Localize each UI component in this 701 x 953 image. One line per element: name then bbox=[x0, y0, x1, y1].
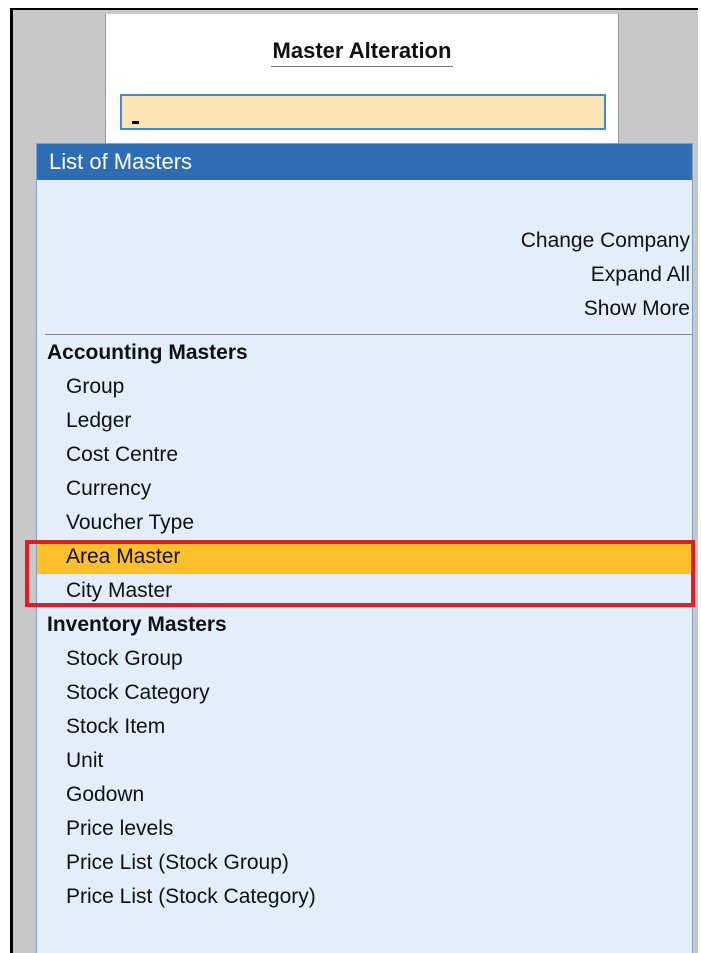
menu-item-stock-group[interactable]: Stock Group bbox=[37, 642, 692, 676]
expand-all-link[interactable]: Expand All bbox=[521, 258, 690, 292]
page-title-text: Master Alteration bbox=[270, 38, 454, 67]
text-cursor bbox=[132, 121, 139, 124]
app-window: Master Alteration List of Masters Change… bbox=[10, 8, 698, 953]
menu-item-ledger[interactable]: Ledger bbox=[37, 404, 692, 438]
menu-item-stock-item[interactable]: Stock Item bbox=[37, 710, 692, 744]
master-name-input[interactable] bbox=[120, 94, 606, 130]
menu-item-price-levels[interactable]: Price levels bbox=[37, 812, 692, 846]
menu-item-unit[interactable]: Unit bbox=[37, 744, 692, 778]
masters-menu: Accounting Masters Group Ledger Cost Cen… bbox=[37, 336, 692, 914]
section-inventory-masters: Inventory Masters bbox=[47, 613, 227, 636]
menu-item-cost-centre[interactable]: Cost Centre bbox=[37, 438, 692, 472]
menu-item-price-list-stock-category[interactable]: Price List (Stock Category) bbox=[37, 880, 692, 914]
section-accounting-masters: Accounting Masters bbox=[47, 341, 248, 364]
list-actions: Change Company Expand All Show More bbox=[521, 224, 692, 326]
menu-item-godown[interactable]: Godown bbox=[37, 778, 692, 812]
menu-item-voucher-type[interactable]: Voucher Type bbox=[37, 506, 692, 540]
menu-item-currency[interactable]: Currency bbox=[37, 472, 692, 506]
menu-item-area-master[interactable]: Area Master bbox=[37, 540, 692, 574]
divider bbox=[45, 334, 692, 335]
menu-item-stock-category[interactable]: Stock Category bbox=[37, 676, 692, 710]
menu-item-price-list-stock-group[interactable]: Price List (Stock Group) bbox=[37, 846, 692, 880]
list-of-masters-panel: List of Masters Change Company Expand Al… bbox=[36, 143, 693, 953]
master-alteration-panel: Master Alteration bbox=[105, 14, 619, 154]
change-company-link[interactable]: Change Company bbox=[521, 224, 690, 258]
list-header: List of Masters bbox=[37, 144, 692, 180]
page-title: Master Alteration bbox=[106, 38, 618, 67]
show-more-link[interactable]: Show More bbox=[521, 292, 690, 326]
menu-item-group[interactable]: Group bbox=[37, 370, 692, 404]
menu-item-city-master[interactable]: City Master bbox=[37, 574, 692, 608]
